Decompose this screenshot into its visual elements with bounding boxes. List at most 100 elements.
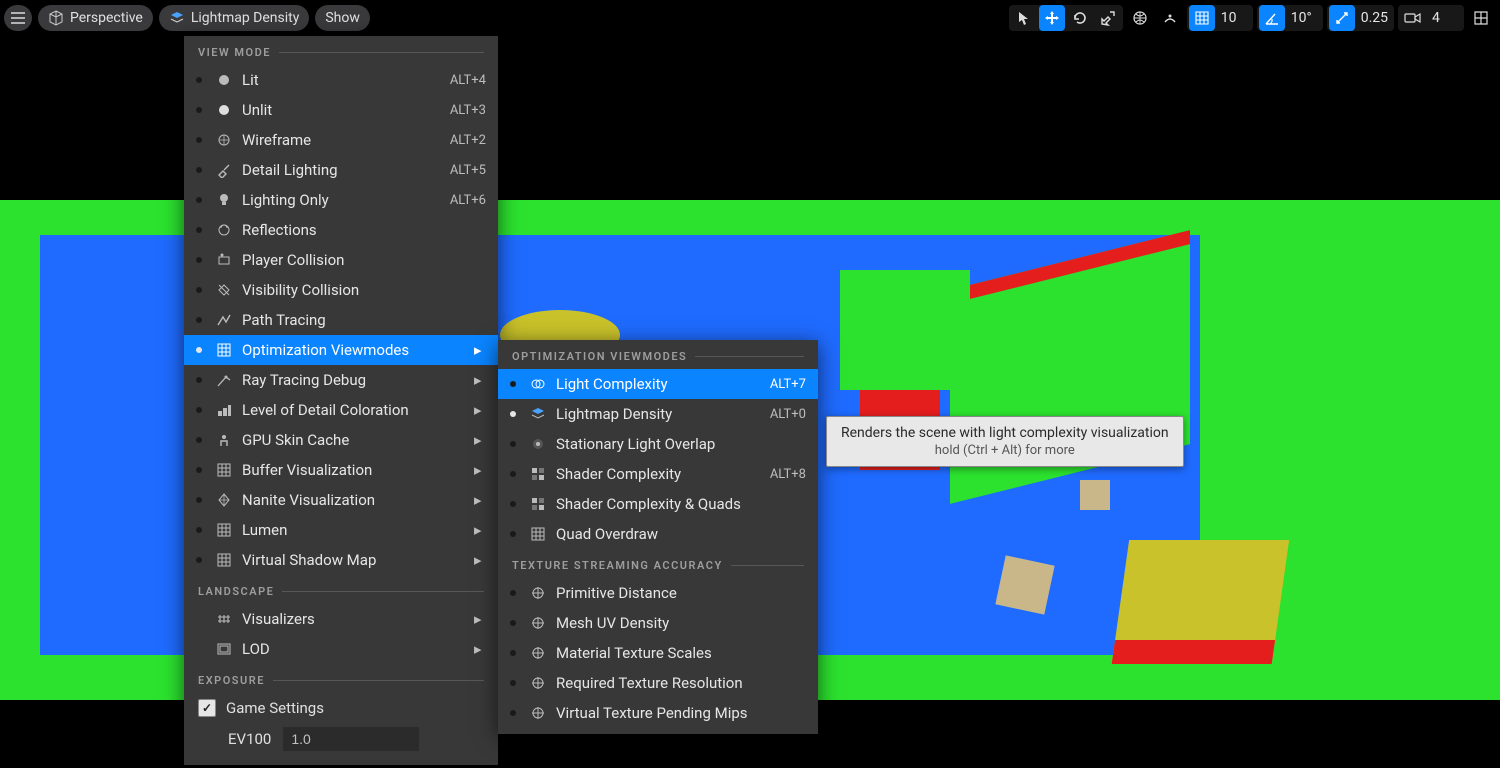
submenu-section-opt: OPTIMIZATION VIEWMODES (498, 340, 818, 369)
chevron-right-icon: ▸ (474, 521, 486, 539)
menu-item-reflections[interactable]: Reflections (184, 215, 498, 245)
submenu-item-shader-complexity[interactable]: Shader Complexity ALT+8 (498, 459, 818, 489)
quad-overdraw-icon (528, 526, 548, 542)
chevron-right-icon: ▸ (474, 461, 486, 479)
exposure-game-settings-row[interactable]: ✓ Game Settings (184, 693, 498, 723)
menu-item-visibility-collision[interactable]: Visibility Collision (184, 275, 498, 305)
scale-snap-button[interactable] (1329, 5, 1355, 31)
menu-item-wireframe[interactable]: Wireframe ALT+2 (184, 125, 498, 155)
crosshair-icon (528, 675, 548, 691)
hamburger-menu-button[interactable] (4, 5, 32, 31)
surface-snap-button[interactable] (1157, 5, 1183, 31)
menu-section-landscape: LANDSCAPE (184, 575, 498, 604)
menu-item-nanite-visualization[interactable]: Nanite Visualization ▸ (184, 485, 498, 515)
submenu-item-light-complexity[interactable]: Light Complexity ALT+7 (498, 369, 818, 399)
visualizers-icon (214, 611, 234, 627)
viewmode-button[interactable]: Lightmap Density (159, 5, 310, 31)
tooltip-subtitle: hold (Ctrl + Alt) for more (841, 443, 1169, 458)
crosshair-icon (528, 705, 548, 721)
menu-item-lumen[interactable]: Lumen ▸ (184, 515, 498, 545)
submenu-item-primitive-distance[interactable]: Primitive Distance (498, 578, 818, 608)
chevron-right-icon: ▸ (474, 640, 486, 658)
lightmap-density-icon (528, 406, 548, 422)
lit-icon (214, 72, 234, 88)
menu-item-lod-coloration[interactable]: Level of Detail Coloration ▸ (184, 395, 498, 425)
globe-button[interactable] (1127, 5, 1153, 31)
ev100-row: EV100 (184, 723, 498, 759)
scale-snap-value[interactable]: 0.25 (1357, 10, 1392, 26)
menu-item-lighting-only[interactable]: Lighting Only ALT+6 (184, 185, 498, 215)
menu-section-viewmode: VIEW MODE (184, 36, 498, 65)
viewmode-label: Lightmap Density (191, 8, 300, 28)
viewport-toolbar-right: 10 10° 0.25 4 (1009, 4, 1494, 32)
move-tool-button[interactable] (1039, 5, 1065, 31)
submenu-item-quad-overdraw[interactable]: Quad Overdraw (498, 519, 818, 549)
angle-snap-button[interactable] (1259, 5, 1285, 31)
select-tool-button[interactable] (1011, 5, 1037, 31)
submenu-item-virtual-texture-pending-mips[interactable]: Virtual Texture Pending Mips (498, 698, 818, 728)
scale-tool-button[interactable] (1095, 5, 1121, 31)
optimization-submenu: OPTIMIZATION VIEWMODES Light Complexity … (498, 340, 818, 734)
menu-item-lod[interactable]: LOD ▸ (184, 634, 498, 664)
hamburger-icon (10, 11, 26, 25)
submenu-item-stationary-light-overlap[interactable]: Stationary Light Overlap (498, 429, 818, 459)
camera-speed-button[interactable] (1400, 5, 1426, 31)
angle-snap-value[interactable]: 10° (1287, 10, 1321, 26)
menu-item-virtual-shadow-map[interactable]: Virtual Shadow Map ▸ (184, 545, 498, 575)
shader-quads-icon (528, 496, 548, 512)
unlit-icon (214, 102, 234, 118)
menu-item-visualizers[interactable]: Visualizers ▸ (184, 604, 498, 634)
submenu-item-required-texture-resolution[interactable]: Required Texture Resolution (498, 668, 818, 698)
wireframe-icon (214, 132, 234, 148)
menu-item-path-tracing[interactable]: Path Tracing (184, 305, 498, 335)
shader-icon (528, 466, 548, 482)
show-button[interactable]: Show (315, 5, 370, 31)
submenu-item-lightmap-density[interactable]: Lightmap Density ALT+0 (498, 399, 818, 429)
menu-item-gpu-skin-cache[interactable]: GPU Skin Cache ▸ (184, 425, 498, 455)
menu-item-buffer-visualization[interactable]: Buffer Visualization ▸ (184, 455, 498, 485)
chevron-right-icon: ▸ (474, 401, 486, 419)
tooltip-title: Renders the scene with light complexity … (841, 425, 1169, 441)
stationary-icon (528, 436, 548, 452)
menu-item-ray-tracing-debug[interactable]: Ray Tracing Debug ▸ (184, 365, 498, 395)
submenu-item-mesh-uv-density[interactable]: Mesh UV Density (498, 608, 818, 638)
submenu-item-material-texture-scales[interactable]: Material Texture Scales (498, 638, 818, 668)
submenu-item-shader-complexity-quads[interactable]: Shader Complexity & Quads (498, 489, 818, 519)
chevron-right-icon: ▸ (474, 491, 486, 509)
menu-item-detail-lighting[interactable]: Detail Lighting ALT+5 (184, 155, 498, 185)
perspective-label: Perspective (70, 8, 143, 28)
chevron-right-icon: ▸ (474, 610, 486, 628)
grid-snap-button[interactable] (1189, 5, 1215, 31)
lod-coloration-icon (214, 402, 234, 418)
camera-speed-value[interactable]: 4 (1428, 10, 1462, 26)
crosshair-icon (528, 585, 548, 601)
layers-icon (169, 10, 185, 26)
brush-icon (214, 162, 234, 178)
menu-item-lit[interactable]: Lit ALT+4 (184, 65, 498, 95)
layout-button[interactable] (1468, 5, 1494, 31)
ev100-input[interactable] (283, 727, 419, 751)
vsm-icon (214, 552, 234, 568)
submenu-section-tex: TEXTURE STREAMING ACCURACY (498, 549, 818, 578)
menu-item-player-collision[interactable]: Player Collision (184, 245, 498, 275)
visibility-collision-icon (214, 282, 234, 298)
raytracing-icon (214, 372, 234, 388)
game-settings-checkbox[interactable]: ✓ (198, 699, 216, 717)
menu-item-unlit[interactable]: Unlit ALT+3 (184, 95, 498, 125)
chevron-right-icon: ▸ (474, 551, 486, 569)
chevron-right-icon: ▸ (474, 431, 486, 449)
nanite-icon (214, 492, 234, 508)
crosshair-icon (528, 645, 548, 661)
game-settings-label: Game Settings (226, 699, 324, 717)
perspective-button[interactable]: Perspective (38, 5, 153, 31)
grid-icon (214, 342, 234, 358)
ev100-label: EV100 (228, 730, 271, 748)
gpu-skin-icon (214, 432, 234, 448)
viewmode-menu: VIEW MODE Lit ALT+4 Unlit ALT+3 Wirefram… (184, 36, 498, 765)
rotate-tool-button[interactable] (1067, 5, 1093, 31)
show-label: Show (325, 8, 360, 28)
bulb-icon (214, 192, 234, 208)
grid-snap-value[interactable]: 10 (1217, 10, 1251, 26)
menu-item-optimization-viewmodes[interactable]: Optimization Viewmodes ▸ (184, 335, 498, 365)
path-tracing-icon (214, 312, 234, 328)
